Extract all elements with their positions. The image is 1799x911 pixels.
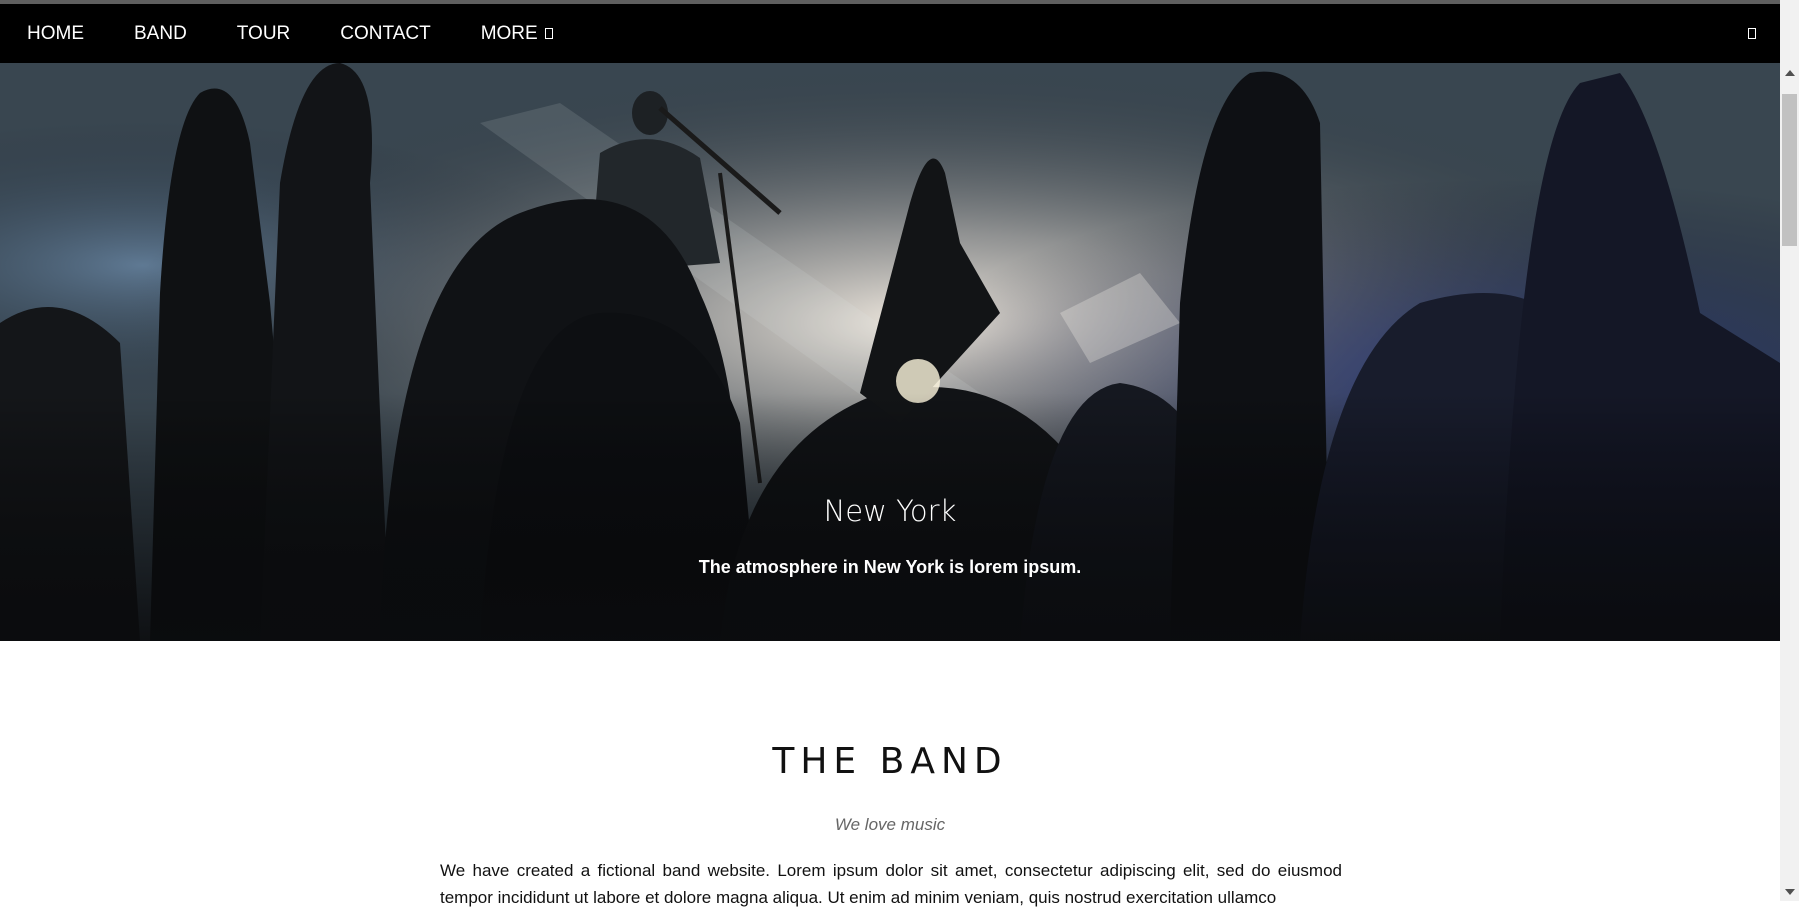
top-navbar: HOME BAND TOUR CONTACT MORE bbox=[0, 4, 1780, 63]
hero-slide: New York The atmosphere in New York is l… bbox=[0, 63, 1780, 641]
caret-down-icon bbox=[544, 28, 553, 39]
nav-more-dropdown[interactable]: MORE bbox=[456, 4, 578, 63]
nav-home[interactable]: HOME bbox=[0, 4, 109, 63]
scroll-down-icon[interactable] bbox=[1785, 889, 1795, 895]
search-button[interactable] bbox=[1745, 4, 1756, 63]
band-description: We have created a fictional band website… bbox=[440, 861, 1342, 907]
search-icon bbox=[1748, 28, 1756, 39]
scroll-up-icon[interactable] bbox=[1785, 70, 1795, 76]
hero-caption: The atmosphere in New York is lorem ipsu… bbox=[698, 557, 1082, 577]
nav-more-label: MORE bbox=[480, 22, 538, 44]
nav-band[interactable]: BAND bbox=[109, 4, 212, 63]
nav-tour[interactable]: TOUR bbox=[212, 4, 315, 63]
vertical-scrollbar[interactable] bbox=[1780, 0, 1799, 901]
band-section: THE BAND We love music We have created a… bbox=[0, 641, 1780, 907]
scrollbar-thumb[interactable] bbox=[1782, 94, 1797, 246]
band-subtitle: We love music bbox=[834, 815, 946, 834]
concert-crowd-image bbox=[0, 63, 1780, 641]
nav-contact[interactable]: CONTACT bbox=[315, 4, 455, 63]
band-heading: THE BAND bbox=[772, 741, 1008, 782]
hero-title: New York bbox=[823, 494, 957, 528]
